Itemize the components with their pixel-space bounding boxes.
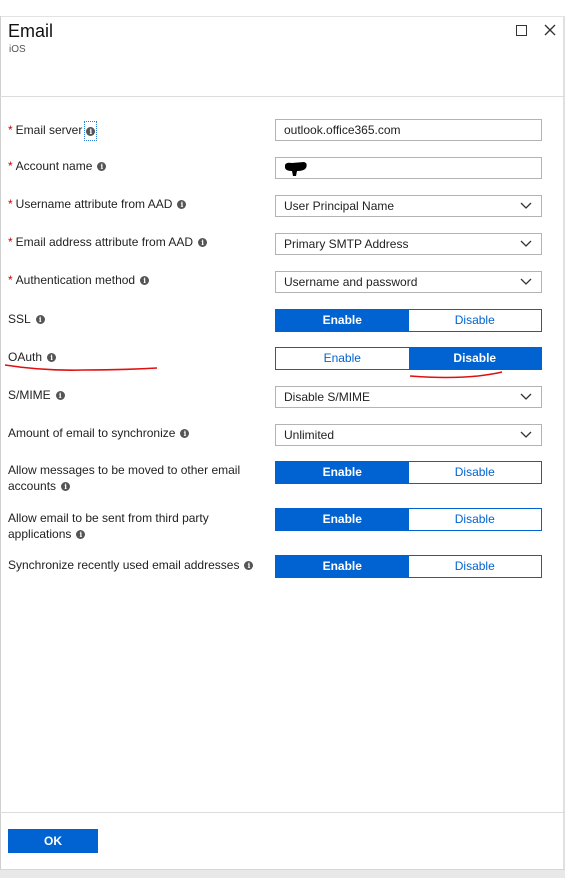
third-party-label: Allow email to be sent from third party … xyxy=(8,511,209,541)
required-marker: * xyxy=(8,273,13,287)
ssl-enable-option[interactable]: Enable xyxy=(276,310,409,331)
allow-move-toggle[interactable]: Enable Disable xyxy=(275,461,542,484)
allow-move-disable-option[interactable]: Disable xyxy=(409,462,542,483)
chevron-down-icon xyxy=(520,278,532,285)
top-strip xyxy=(0,0,565,17)
chevron-down-icon xyxy=(520,240,532,247)
redaction-mark xyxy=(285,162,307,176)
chevron-down-icon xyxy=(520,393,532,400)
third-party-toggle[interactable]: Enable Disable xyxy=(275,508,542,531)
required-marker: * xyxy=(8,123,13,138)
sync-amount-select[interactable]: Unlimited xyxy=(275,424,542,446)
email-server-input[interactable]: outlook.office365.com xyxy=(275,119,542,141)
email-server-label: * Email server i xyxy=(8,121,268,141)
info-icon[interactable]: i xyxy=(140,276,150,286)
annotation-underline xyxy=(409,371,503,379)
smime-label: S/MIME i xyxy=(8,387,268,403)
allow-move-label: Allow messages to be moved to other emai… xyxy=(8,463,241,493)
ssl-label: SSL i xyxy=(8,311,268,327)
auth-method-label: * Authentication method i xyxy=(8,272,268,288)
ok-button[interactable]: OK xyxy=(8,829,98,853)
info-icon[interactable]: i xyxy=(198,238,208,248)
info-icon[interactable]: i xyxy=(86,127,96,137)
info-icon[interactable]: i xyxy=(177,200,187,210)
info-icon[interactable]: i xyxy=(61,482,71,492)
oauth-disable-option[interactable]: Disable xyxy=(408,348,541,369)
account-name-label: * Account name i xyxy=(8,158,268,174)
select-value: Disable S/MIME xyxy=(284,390,371,404)
third-party-enable-option[interactable]: Enable xyxy=(276,509,409,530)
username-attr-label: * Username attribute from AAD i xyxy=(8,196,268,212)
ssl-disable-option[interactable]: Disable xyxy=(409,310,542,331)
sync-recent-label: Synchronize recently used email addresse… xyxy=(8,557,268,573)
info-icon[interactable]: i xyxy=(35,315,45,325)
auth-method-select[interactable]: Username and password xyxy=(275,271,542,293)
info-icon[interactable]: i xyxy=(244,561,254,571)
sync-amount-label: Amount of email to synchronize i xyxy=(8,425,268,441)
select-value: Username and password xyxy=(284,275,418,289)
username-attr-select[interactable]: User Principal Name xyxy=(275,195,542,217)
info-icon[interactable]: i xyxy=(47,353,57,363)
email-attr-select[interactable]: Primary SMTP Address xyxy=(275,233,542,255)
ssl-toggle[interactable]: Enable Disable xyxy=(275,309,542,332)
info-icon[interactable]: i xyxy=(180,429,190,439)
close-icon[interactable] xyxy=(542,22,558,38)
sync-recent-toggle[interactable]: Enable Disable xyxy=(275,555,542,578)
oauth-toggle[interactable]: Enable Disable xyxy=(275,347,542,370)
third-party-disable-option[interactable]: Disable xyxy=(409,509,542,530)
allow-move-enable-option[interactable]: Enable xyxy=(276,462,409,483)
maximize-icon[interactable] xyxy=(516,25,527,36)
header-divider xyxy=(0,96,565,97)
page-title: Email xyxy=(8,21,54,41)
chevron-down-icon xyxy=(520,202,532,209)
sync-recent-disable-option[interactable]: Disable xyxy=(409,556,542,577)
info-focus-ring[interactable]: i xyxy=(84,121,98,141)
annotation-underline xyxy=(4,364,158,371)
email-attr-label: * Email address attribute from AAD i xyxy=(8,234,268,250)
select-value: Primary SMTP Address xyxy=(284,237,409,251)
page-subtitle: iOS xyxy=(9,44,26,55)
select-value: User Principal Name xyxy=(284,199,395,213)
required-marker: * xyxy=(8,235,13,249)
select-value: Unlimited xyxy=(284,428,335,442)
info-icon[interactable]: i xyxy=(76,530,86,540)
blade-border xyxy=(0,16,1,877)
required-marker: * xyxy=(8,159,13,173)
smime-select[interactable]: Disable S/MIME xyxy=(275,386,542,408)
oauth-enable-option[interactable]: Enable xyxy=(276,348,409,369)
info-icon[interactable]: i xyxy=(55,391,65,401)
account-name-input[interactable] xyxy=(275,157,542,179)
required-marker: * xyxy=(8,197,13,211)
info-icon[interactable]: i xyxy=(97,162,107,172)
footer-divider xyxy=(0,812,565,813)
sync-recent-enable-option[interactable]: Enable xyxy=(276,556,409,577)
chevron-down-icon xyxy=(520,431,532,438)
